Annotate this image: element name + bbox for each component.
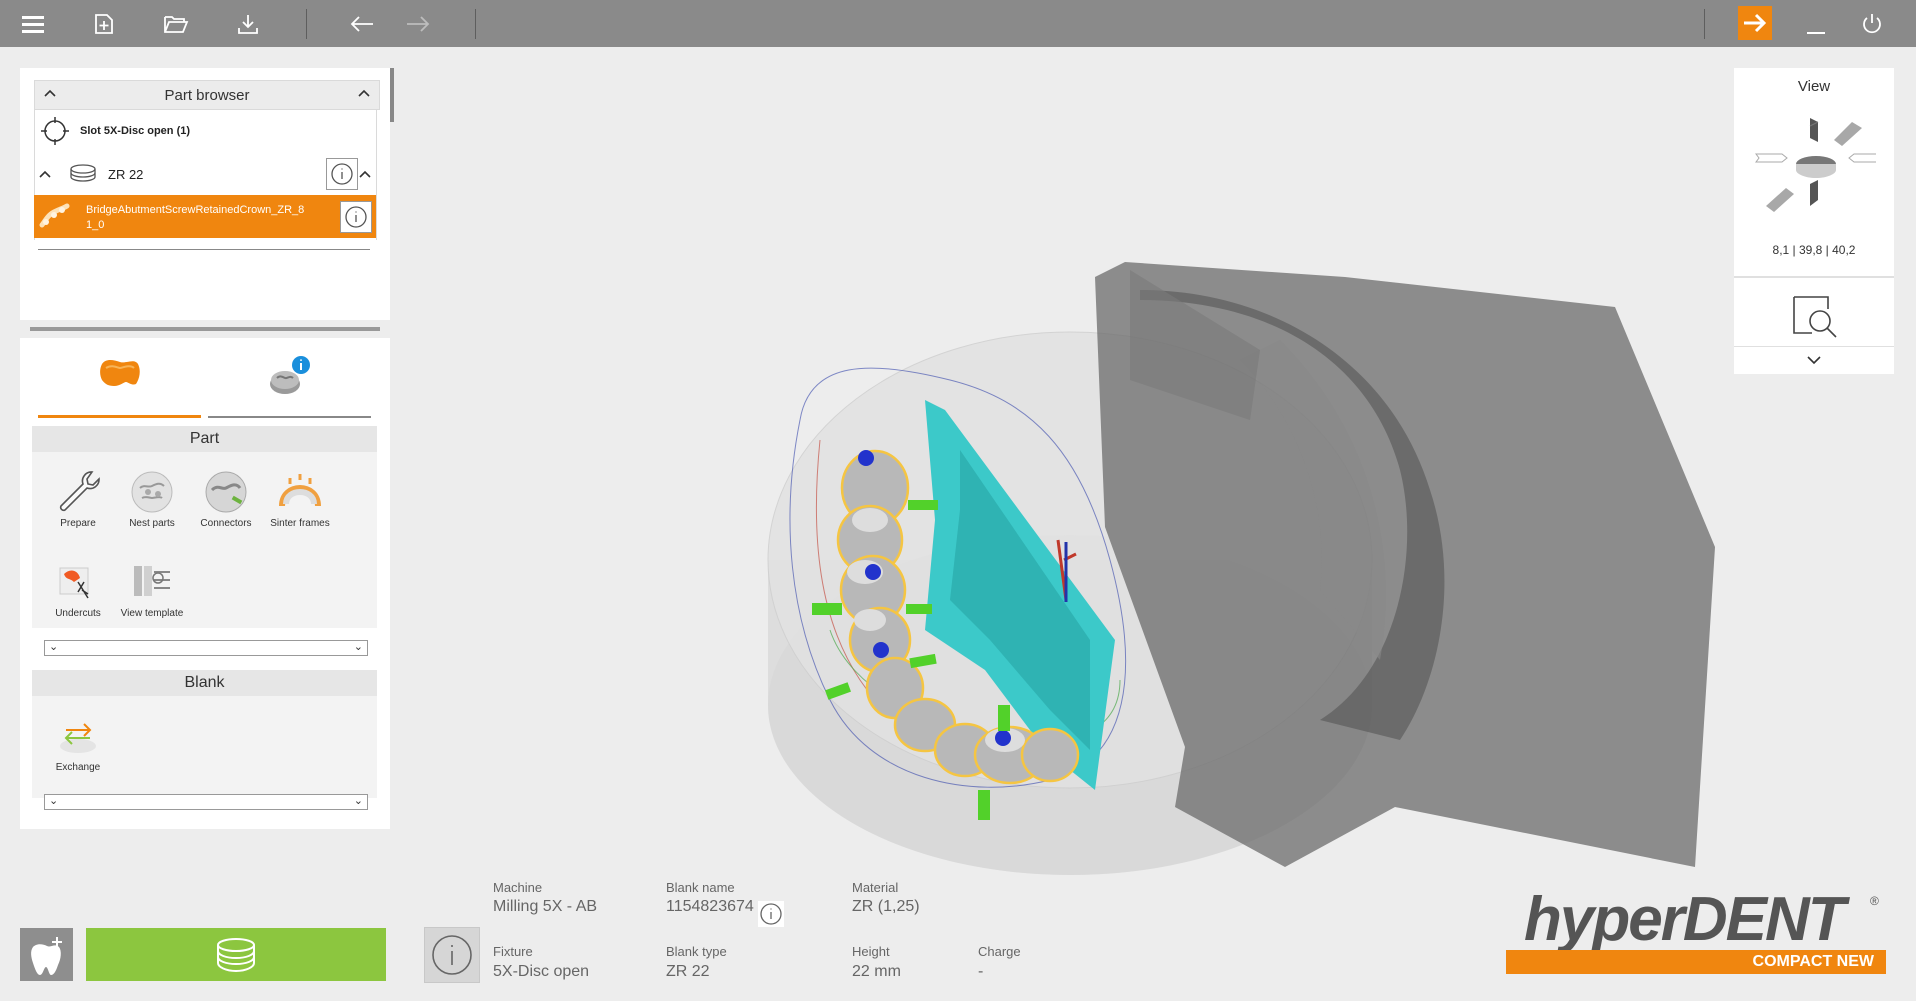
machine-label: Machine — [493, 880, 543, 895]
zoom-fit-icon[interactable] — [1792, 293, 1838, 339]
view-panel: View 8,1 | 39,8 | 40,2 — [1734, 68, 1894, 374]
blank-type-value: ZR 22 — [666, 963, 710, 980]
blank-name-value: 1154823674 — [666, 898, 754, 915]
charge-label: Charge — [978, 944, 1021, 959]
charge-value: - — [978, 963, 984, 980]
material-value: ZR (1,25) — [852, 898, 920, 915]
3d-viewport[interactable] — [0, 0, 1916, 1001]
view-title: View — [1797, 78, 1831, 95]
height-label: Height — [852, 944, 890, 959]
add-part-button[interactable] — [20, 928, 73, 981]
fixture-label: Fixture — [493, 944, 533, 959]
blank-type-label: Blank type — [666, 944, 727, 959]
machine-value: Milling 5X - AB — [493, 898, 598, 915]
logo-brand: hyperDENT — [1524, 885, 1846, 954]
logo-reg: ® — [1870, 894, 1879, 908]
chevron-down-icon[interactable] — [1806, 354, 1822, 366]
material-label: Material — [852, 880, 899, 895]
job-info-button[interactable] — [424, 927, 480, 983]
height-value: 22 mm — [852, 963, 901, 980]
info-icon — [432, 935, 472, 975]
blank-name-label: Blank name — [666, 880, 735, 895]
view-coords: 8,1 | 39,8 | 40,2 — [1772, 243, 1856, 257]
hyperdent-logo: hyperDENT ® COMPACT NEW — [1506, 888, 1886, 974]
logo-edition: COMPACT NEW — [1506, 950, 1886, 974]
calculate-button[interactable] — [86, 928, 386, 981]
add-tooth-icon — [30, 936, 62, 975]
blank-name-info-icon[interactable] — [758, 901, 784, 927]
fixture-value: 5X-Disc open — [493, 963, 590, 980]
view-cube-icon[interactable] — [1754, 112, 1876, 222]
milling-disc-icon — [217, 937, 255, 972]
